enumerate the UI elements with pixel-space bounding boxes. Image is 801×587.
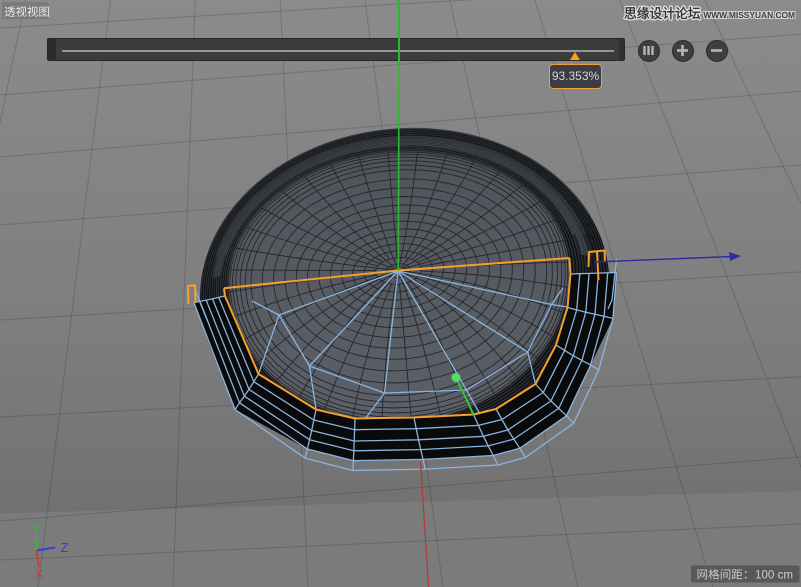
svg-text:X: X xyxy=(35,567,44,581)
svg-text:Z: Z xyxy=(61,541,69,555)
svg-text:100 cm: 100 cm xyxy=(755,569,793,582)
svg-text:Y: Y xyxy=(32,523,41,537)
